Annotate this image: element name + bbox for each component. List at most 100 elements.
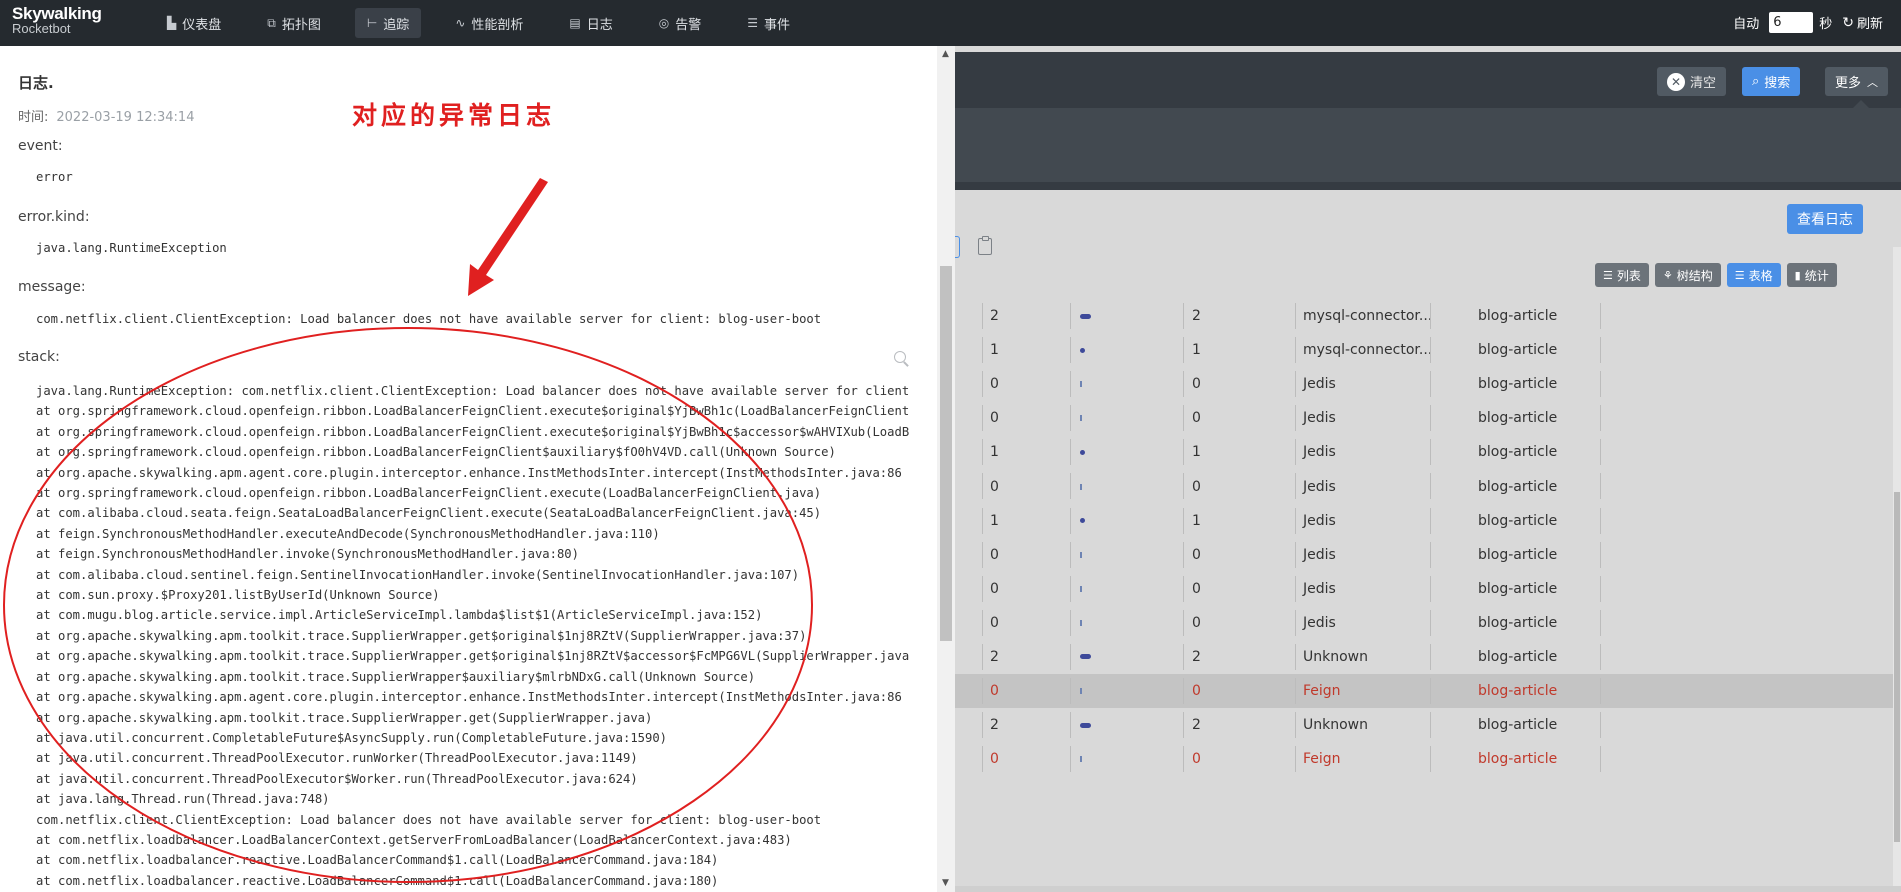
col-separator <box>1070 746 1071 773</box>
zoom-in-icon[interactable] <box>894 351 906 363</box>
search-button[interactable]: ⌕ 搜索 <box>1742 67 1801 96</box>
col-separator <box>1070 405 1071 432</box>
col-separator <box>1070 303 1071 329</box>
cell-self-ms: 1 <box>1192 512 1201 529</box>
col-separator <box>982 746 983 773</box>
stack-line: at org.apache.skywalking.apm.agent.core.… <box>36 465 902 480</box>
col-separator <box>1600 507 1601 534</box>
nav-item-4[interactable]: ▤ 日志 <box>557 8 624 38</box>
table-row[interactable]: 1 1 mysql-connector... blog-article <box>955 333 1901 367</box>
nav-item-6[interactable]: ☰ 事件 <box>735 8 802 38</box>
duration-bar <box>1080 415 1082 422</box>
col-separator <box>1183 746 1184 773</box>
scroll-down-arrow-icon[interactable]: ▼ <box>942 878 949 888</box>
col-separator <box>982 609 983 636</box>
more-button[interactable]: 更多 ︿ <box>1825 67 1889 96</box>
col-separator <box>982 303 983 329</box>
table-row[interactable]: 0 0 Jedis blog-article <box>955 538 1901 572</box>
col-separator <box>1600 473 1601 500</box>
cell-duration-bar <box>1080 742 1082 776</box>
col-separator <box>1600 643 1601 670</box>
view-button-0[interactable]: ☰ 列表 <box>1595 263 1649 287</box>
cell-duration-bar <box>1080 299 1091 333</box>
stack-line: at java.util.concurrent.ThreadPoolExecut… <box>36 771 638 786</box>
cell-service: blog-article <box>1478 683 1558 700</box>
col-separator <box>1295 405 1296 432</box>
nav-item-5[interactable]: ◎ 告警 <box>647 8 714 38</box>
message-label: message: <box>18 279 86 295</box>
view-log-button[interactable]: 查看日志 <box>1787 204 1863 234</box>
stats-icon: ▮ <box>1794 268 1801 282</box>
cell-exec-ms: 2 <box>990 717 999 734</box>
table-row[interactable]: 0 0 Jedis blog-article <box>955 606 1901 640</box>
list-icon: ☰ <box>1603 268 1613 282</box>
error-kind-value: java.lang.RuntimeException <box>36 241 227 255</box>
table-row[interactable]: 0 0 Jedis blog-article <box>955 367 1901 401</box>
col-separator <box>982 473 983 500</box>
topology-icon: ⧉ <box>267 15 276 30</box>
table-scrollbar[interactable] <box>1893 247 1901 892</box>
nav-item-1[interactable]: ⧉ 拓扑图 <box>255 8 333 38</box>
stack-line: at com.sun.proxy.$Proxy201.listByUserId(… <box>36 588 440 603</box>
cell-duration-bar <box>1080 538 1082 572</box>
cell-component: Unknown <box>1303 717 1368 734</box>
col-separator <box>1600 541 1601 568</box>
col-separator <box>1183 337 1184 364</box>
view-button-1[interactable]: ⚘ 树结构 <box>1654 263 1721 287</box>
clear-button[interactable]: ✕ 清空 <box>1657 67 1727 96</box>
table-hscrollbar[interactable] <box>955 886 1901 892</box>
nav-item-2[interactable]: ⊢ 追踪 <box>354 8 422 38</box>
view-button-3[interactable]: ▮ 统计 <box>1786 263 1837 287</box>
scroll-up-arrow-icon[interactable]: ▲ <box>942 49 949 59</box>
auto-interval-input[interactable]: 6 <box>1769 12 1814 33</box>
nav-item-3[interactable]: ∿ 性能剖析 <box>443 8 535 38</box>
stack-line: at feign.SynchronousMethodHandler.execut… <box>36 526 660 541</box>
cell-service: blog-article <box>1478 376 1558 393</box>
stack-line: at org.apache.skywalking.apm.toolkit.tra… <box>36 669 756 684</box>
error-kind-label: error.kind: <box>18 209 90 225</box>
cell-exec-ms: 2 <box>990 648 999 665</box>
duration-bar <box>1080 518 1085 524</box>
table-row[interactable]: 2 2 mysql-connector... blog-article <box>955 299 1901 333</box>
table-row[interactable]: 0 0 Jedis blog-article <box>955 401 1901 435</box>
clipboard-icon[interactable] <box>978 236 992 255</box>
drawer-scrollbar-thumb[interactable] <box>940 266 952 641</box>
app-logo[interactable]: Skywalking Rocketbot <box>12 5 102 36</box>
table-row[interactable]: 2 2 Unknown blog-article <box>955 640 1901 674</box>
drawer-scrollbar[interactable]: ▲ ▼ <box>937 46 955 892</box>
table-row[interactable]: 1 1 Jedis blog-article <box>955 435 1901 469</box>
cell-duration-bar <box>1080 504 1085 538</box>
table-icon: ☰ <box>1734 268 1745 282</box>
cell-component: Jedis <box>1303 614 1336 631</box>
table-row[interactable]: 0 0 Jedis blog-article <box>955 572 1901 606</box>
table-row[interactable]: 2 2 Unknown blog-article <box>955 708 1901 742</box>
col-separator <box>1430 439 1431 466</box>
col-separator <box>1070 609 1071 636</box>
auto-refresh-controls: 自动 6 秒 ↻ 刷新 <box>1733 12 1883 33</box>
cell-duration-bar <box>1080 640 1091 674</box>
col-separator <box>1183 643 1184 670</box>
view-button-2[interactable]: ☰ 表格 <box>1726 263 1781 287</box>
cell-component: Jedis <box>1303 376 1336 393</box>
cell-exec-ms: 0 <box>990 410 999 427</box>
refresh-button[interactable]: ↻ 刷新 <box>1842 13 1883 33</box>
col-separator <box>1430 337 1431 364</box>
cell-service: blog-article <box>1478 342 1558 359</box>
col-separator <box>1600 678 1601 705</box>
table-row[interactable]: 0 0 Jedis blog-article <box>955 469 1901 503</box>
nav-item-0[interactable]: ▙ 仪表盘 <box>155 8 233 38</box>
table-row[interactable]: 1 1 Jedis blog-article <box>955 504 1901 538</box>
annotation-label: 对应的异常日志 <box>352 101 556 130</box>
table-row[interactable]: 0 0 Feign blog-article <box>955 742 1901 776</box>
col-separator <box>1183 575 1184 602</box>
cell-duration-bar <box>1080 367 1082 401</box>
stack-line: at com.alibaba.cloud.seata.feign.SeataLo… <box>36 506 822 521</box>
cell-exec-ms: 0 <box>990 683 999 700</box>
table-scrollbar-thumb[interactable] <box>1894 492 1900 842</box>
cell-service: blog-article <box>1478 648 1558 665</box>
table-row[interactable]: 0 0 Feign blog-article <box>955 674 1901 709</box>
stack-line: at org.springframework.cloud.openfeign.r… <box>36 404 910 419</box>
cell-service: blog-article <box>1478 546 1558 563</box>
cell-exec-ms: 0 <box>990 580 999 597</box>
tab-indicator[interactable] <box>955 236 960 258</box>
